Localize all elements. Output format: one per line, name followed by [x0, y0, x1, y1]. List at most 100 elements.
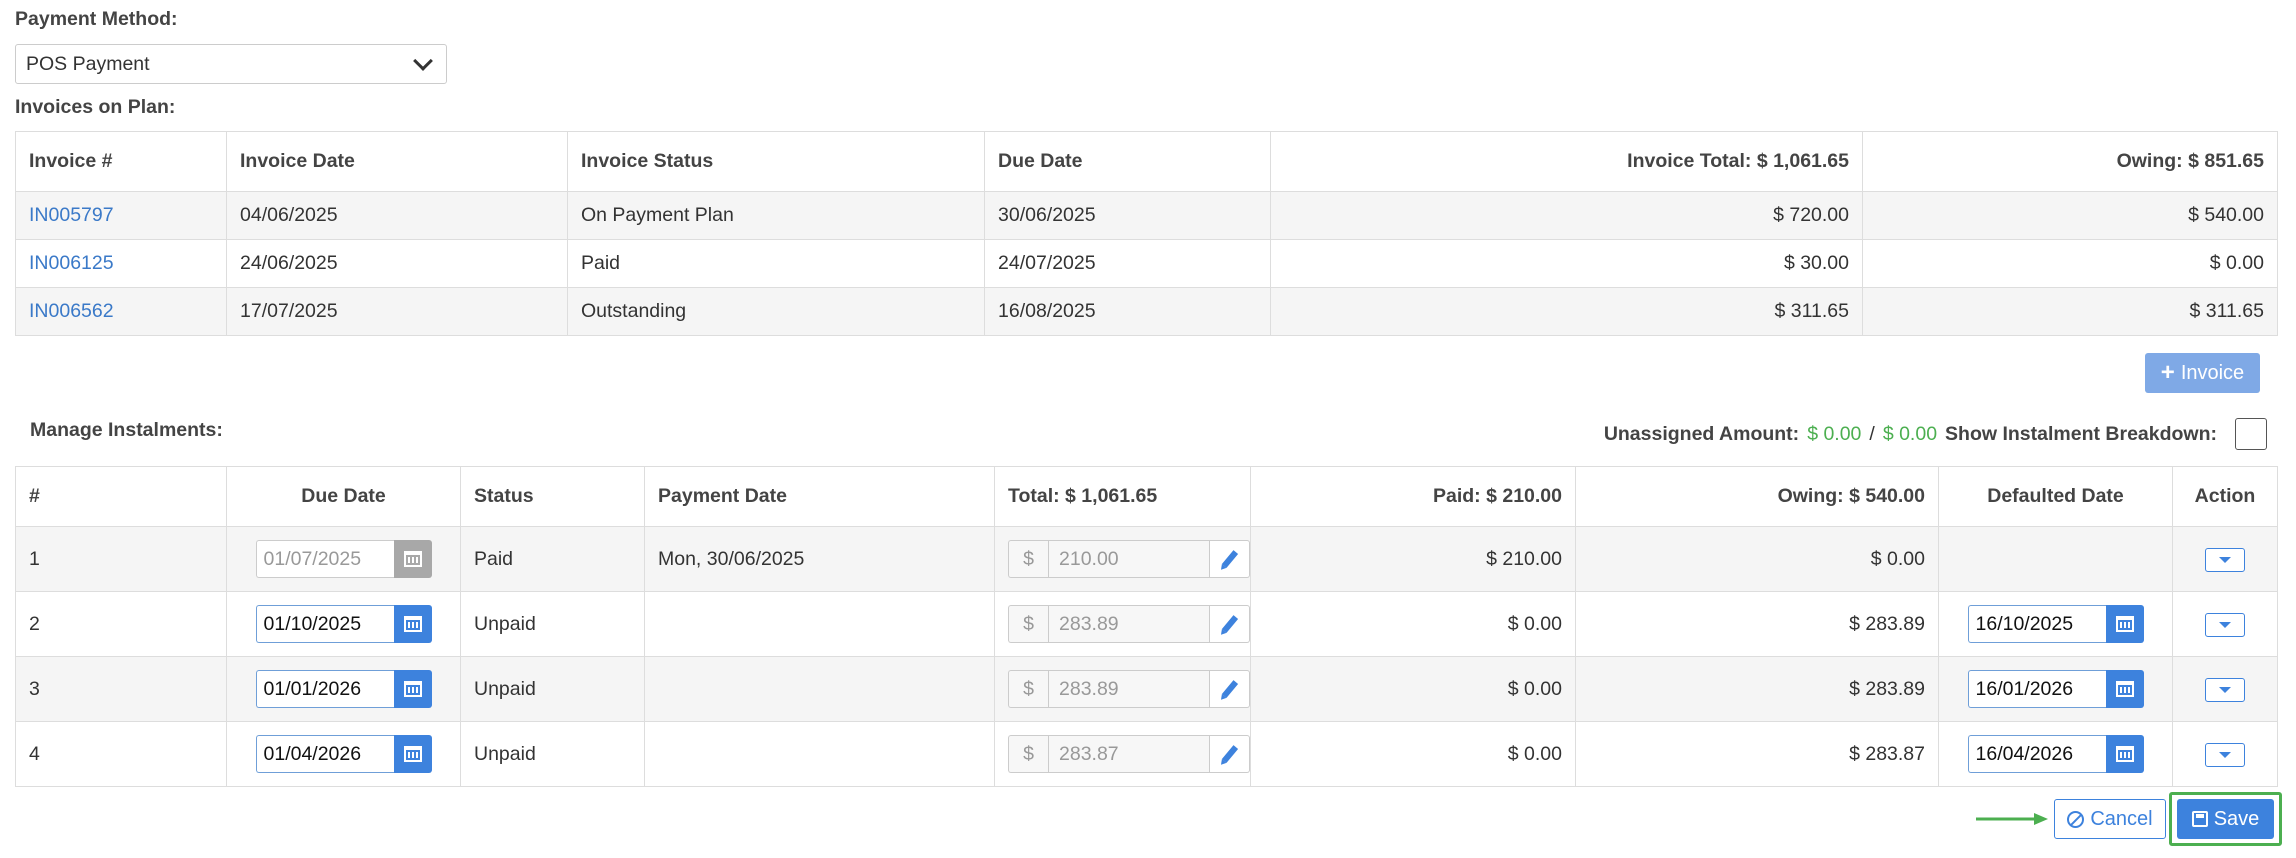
pencil-icon[interactable]: [1210, 605, 1250, 643]
col-defaulted-date[interactable]: Defaulted Date: [1938, 466, 2173, 527]
show-breakdown-checkbox[interactable]: [2235, 418, 2267, 450]
pencil-icon[interactable]: [1210, 670, 1250, 708]
invoice-date: 17/07/2025: [226, 287, 568, 336]
invoice-owing: $ 311.65: [1862, 287, 2278, 336]
invoice-due-date: 16/08/2025: [984, 287, 1271, 336]
owing-amount: $ 0.00: [1575, 526, 1939, 592]
col-invoice-status[interactable]: Invoice Status: [567, 131, 985, 192]
due-date-input[interactable]: 01/10/2025: [255, 605, 394, 643]
defaulted-date-input[interactable]: 16/04/2026: [1967, 735, 2106, 773]
add-invoice-button[interactable]: + Invoice: [2145, 353, 2260, 393]
invoice-total: $ 30.00: [1270, 239, 1863, 288]
invoice-status: Outstanding: [567, 287, 985, 336]
payment-date: Mon, 30/06/2025: [644, 526, 995, 592]
col-payment-date[interactable]: Payment Date: [644, 466, 995, 527]
table-row: 3 01/01/2026 Unpaid $ 283.89 $ 0.00 $ 28…: [15, 656, 2278, 722]
table-row: 2 01/10/2025 Unpaid $ 283.89 $ 0.00 $ 28…: [15, 591, 2278, 657]
row-action-dropdown[interactable]: [2205, 548, 2245, 572]
col-invoice-number[interactable]: Invoice #: [15, 131, 227, 192]
invoice-due-date: 30/06/2025: [984, 191, 1271, 240]
row-action-dropdown[interactable]: [2205, 743, 2245, 767]
col-invoice-total[interactable]: Invoice Total: $ 1,061.65: [1270, 131, 1863, 192]
calendar-icon[interactable]: [393, 670, 432, 708]
table-row: IN006562 17/07/2025 Outstanding 16/08/20…: [15, 287, 2278, 336]
pointer-arrow-icon: [1976, 813, 2048, 825]
defaulted-date-picker: 16/04/2026: [1967, 735, 2144, 773]
owing-amount: $ 283.89: [1575, 656, 1939, 722]
caret-down-icon: [2219, 622, 2231, 628]
instalment-status: Unpaid: [460, 591, 645, 657]
invoice-date: 04/06/2025: [226, 191, 568, 240]
cancel-button[interactable]: Cancel: [2054, 799, 2166, 839]
unassigned-amount-label: Unassigned Amount:: [1603, 422, 1800, 445]
table-row: 4 01/04/2026 Unpaid $ 283.87 $ 0.00 $ 28…: [15, 721, 2278, 787]
paid-amount: $ 0.00: [1250, 721, 1576, 787]
invoice-date: 24/06/2025: [226, 239, 568, 288]
due-date-input[interactable]: 01/04/2026: [255, 735, 394, 773]
currency-prefix: $: [1008, 540, 1048, 578]
payment-method-select[interactable]: POS Payment: [15, 44, 447, 84]
invoice-link[interactable]: IN006562: [29, 300, 114, 322]
invoice-total: $ 720.00: [1270, 191, 1863, 240]
defaulted-date-picker: 16/10/2025: [1967, 605, 2144, 643]
due-date-input[interactable]: 01/01/2026: [255, 670, 394, 708]
invoice-due-date: 24/07/2025: [984, 239, 1271, 288]
paid-amount: $ 0.00: [1250, 656, 1576, 722]
col-due-date[interactable]: Due Date: [226, 466, 461, 527]
col-due-date[interactable]: Due Date: [984, 131, 1271, 192]
ban-icon: [2067, 810, 2085, 828]
due-date-picker: 01/01/2026: [255, 670, 432, 708]
unassigned-amount-total: $ 0.00: [1882, 422, 1938, 445]
add-invoice-label: Invoice: [2180, 361, 2245, 384]
payment-date: [644, 591, 995, 657]
defaulted-date-picker: 16/01/2026: [1967, 670, 2144, 708]
defaulted-date: [1938, 526, 2173, 592]
col-paid[interactable]: Paid: $ 210.00: [1250, 466, 1576, 527]
calendar-icon: [393, 540, 432, 578]
invoice-link[interactable]: IN005797: [29, 204, 114, 226]
defaulted-date-input[interactable]: 16/01/2026: [1967, 670, 2106, 708]
save-button[interactable]: Save: [2177, 799, 2274, 839]
pencil-icon[interactable]: [1210, 735, 1250, 773]
instalment-status: Unpaid: [460, 721, 645, 787]
caret-down-icon: [2219, 687, 2231, 693]
col-action: Action: [2172, 466, 2278, 527]
total-amount-field: $ 210.00: [1008, 540, 1250, 578]
plus-icon: +: [2160, 359, 2175, 386]
invoice-link[interactable]: IN006125: [29, 252, 114, 274]
total-amount-input: 283.89: [1048, 605, 1210, 643]
col-total[interactable]: Total: $ 1,061.65: [994, 466, 1251, 527]
instalment-status: Unpaid: [460, 656, 645, 722]
currency-prefix: $: [1008, 735, 1048, 773]
row-action-dropdown[interactable]: [2205, 678, 2245, 702]
pencil-icon[interactable]: [1210, 540, 1250, 578]
total-amount-field: $ 283.89: [1008, 670, 1250, 708]
paid-amount: $ 0.00: [1250, 591, 1576, 657]
owing-amount: $ 283.89: [1575, 591, 1939, 657]
col-invoice-date[interactable]: Invoice Date: [226, 131, 568, 192]
col-owing[interactable]: Owing: $ 540.00: [1575, 466, 1939, 527]
row-action-dropdown[interactable]: [2205, 613, 2245, 637]
calendar-icon[interactable]: [2105, 605, 2144, 643]
payment-method-value: POS Payment: [26, 52, 150, 75]
payment-method-label: Payment Method:: [15, 8, 178, 30]
invoice-total: $ 311.65: [1270, 287, 1863, 336]
instalment-status: Paid: [460, 526, 645, 592]
owing-amount: $ 283.87: [1575, 721, 1939, 787]
defaulted-date-input[interactable]: 16/10/2025: [1967, 605, 2106, 643]
save-label: Save: [2213, 807, 2260, 830]
col-owing[interactable]: Owing: $ 851.65: [1862, 131, 2278, 192]
calendar-icon[interactable]: [2105, 670, 2144, 708]
calendar-icon[interactable]: [2105, 735, 2144, 773]
col-instalment-number[interactable]: #: [15, 466, 227, 527]
currency-prefix: $: [1008, 605, 1048, 643]
unassigned-separator: /: [1869, 422, 1875, 445]
col-status[interactable]: Status: [460, 466, 645, 527]
cancel-label: Cancel: [2090, 807, 2153, 830]
unassigned-amount-row: Unassigned Amount: $ 0.00 / $ 0.00 Show …: [1604, 417, 2267, 451]
calendar-icon[interactable]: [393, 735, 432, 773]
caret-down-icon: [2219, 557, 2231, 563]
table-row: IN005797 04/06/2025 On Payment Plan 30/0…: [15, 191, 2278, 240]
due-date-picker: 01/10/2025: [255, 605, 432, 643]
calendar-icon[interactable]: [393, 605, 432, 643]
